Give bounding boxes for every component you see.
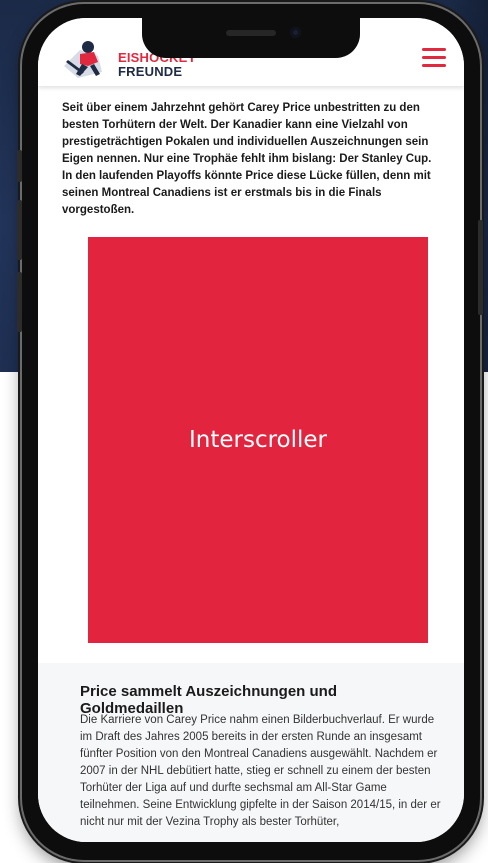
- phone-screen: EISHOCKEY FREUNDE Seit über einem Jahrze…: [38, 18, 464, 842]
- hockey-player-logo-icon[interactable]: [58, 36, 118, 80]
- section-body: Die Karriere von Carey Price nahm einen …: [80, 714, 441, 828]
- brand-name-bottom: FREUNDE: [118, 64, 183, 79]
- ad-label: Interscroller: [188, 427, 328, 453]
- front-camera: [290, 27, 301, 38]
- volume-down-button: [17, 272, 22, 332]
- power-button: [478, 220, 483, 315]
- notch: [142, 18, 360, 58]
- hamburger-menu-icon[interactable]: [422, 48, 446, 70]
- volume-up-button: [17, 200, 22, 260]
- mute-switch: [17, 150, 22, 182]
- interscroller-ad[interactable]: Interscroller: [88, 237, 428, 643]
- speaker-grille: [226, 30, 276, 36]
- article-intro: Seit über einem Jahrzehnt gehört Carey P…: [62, 102, 432, 216]
